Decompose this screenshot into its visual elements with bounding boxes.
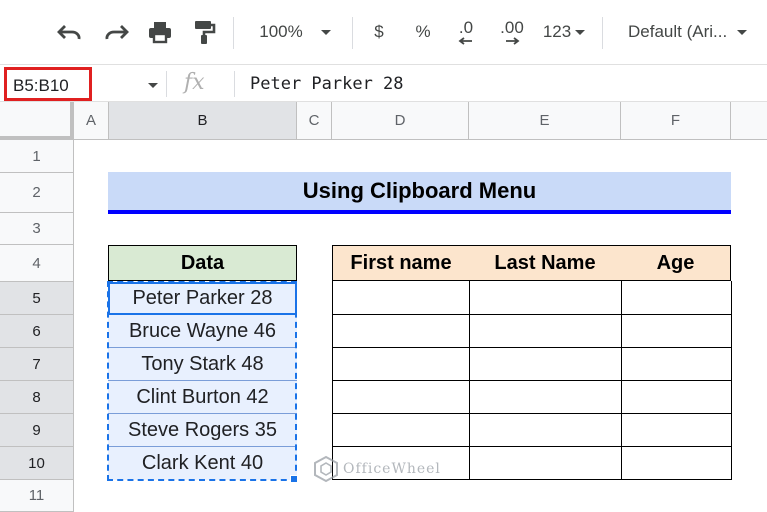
- decrease-decimal-button[interactable]: .0: [448, 14, 484, 50]
- row-header-4[interactable]: 4: [0, 245, 74, 282]
- table-cell[interactable]: [622, 281, 732, 315]
- watermark-text: OfficeWheel: [343, 461, 441, 477]
- column-header-f[interactable]: F: [621, 102, 731, 140]
- toolbar-separator: [233, 17, 234, 49]
- row-header-11[interactable]: 11: [0, 480, 74, 512]
- percent-icon: %: [415, 22, 431, 41]
- currency-icon: $: [374, 22, 384, 41]
- row-header-7[interactable]: 7: [0, 348, 74, 381]
- zoom-dropdown[interactable]: 100%: [246, 14, 344, 50]
- title-underline: [108, 210, 731, 214]
- currency-format-button[interactable]: $: [364, 14, 394, 50]
- increase-decimal-label: .00: [500, 18, 524, 37]
- table-cell[interactable]: [333, 348, 470, 381]
- redo-icon: [105, 25, 129, 40]
- toolbar: 100% $ % .0 .00 123 Default (Ari...: [0, 0, 767, 64]
- column-header-e[interactable]: E: [469, 102, 621, 140]
- data-header[interactable]: Data: [108, 245, 297, 281]
- table-cell[interactable]: [470, 315, 622, 348]
- toolbar-separator: [352, 17, 353, 49]
- table-cell[interactable]: [333, 315, 470, 348]
- table-cell[interactable]: [622, 447, 732, 480]
- officewheel-logo-icon: [314, 455, 338, 483]
- paint-format-button[interactable]: [186, 14, 222, 50]
- print-icon: [149, 22, 171, 44]
- chevron-down-icon: [575, 29, 586, 35]
- row-header-8[interactable]: 8: [0, 381, 74, 414]
- table-cell[interactable]: [622, 315, 732, 348]
- zoom-value: 100%: [259, 22, 303, 41]
- row-header-5[interactable]: 5: [0, 282, 74, 315]
- table-cell[interactable]: [470, 381, 622, 414]
- row-header-2[interactable]: 2: [0, 173, 74, 213]
- print-button[interactable]: [142, 14, 178, 50]
- number-format-dropdown[interactable]: 123: [536, 14, 592, 50]
- increase-decimal-button[interactable]: .00: [492, 14, 532, 50]
- row-header-9[interactable]: 9: [0, 414, 74, 447]
- table-cell[interactable]: [333, 414, 470, 447]
- percent-format-button[interactable]: %: [408, 14, 438, 50]
- chevron-down-icon: [320, 29, 331, 35]
- table-cell[interactable]: [470, 348, 622, 381]
- formula-input[interactable]: Peter Parker 28: [250, 74, 404, 94]
- row-header-3[interactable]: 3: [0, 213, 74, 245]
- arrow-left-icon: [458, 37, 472, 45]
- formula-separator: [234, 71, 235, 97]
- paint-format-icon: [195, 21, 216, 44]
- formula-bar: B5:B10 fx Peter Parker 28: [0, 64, 767, 102]
- data-cell-b8[interactable]: Clint Burton 42: [108, 381, 297, 414]
- font-family-dropdown[interactable]: Default (Ari...: [616, 14, 767, 50]
- table-header-last-name[interactable]: Last Name: [469, 245, 622, 281]
- column-header-b[interactable]: B: [109, 102, 297, 140]
- row-header-1[interactable]: 1: [0, 140, 74, 173]
- data-cell-b6[interactable]: Bruce Wayne 46: [108, 315, 297, 348]
- column-header-c[interactable]: C: [297, 102, 332, 140]
- table-header-age[interactable]: Age: [621, 245, 731, 281]
- column-header-d[interactable]: D: [332, 102, 469, 140]
- select-all-corner[interactable]: [0, 102, 74, 140]
- undo-button[interactable]: [52, 14, 88, 50]
- table-cell[interactable]: [470, 447, 622, 480]
- row-header-10[interactable]: 10: [0, 447, 74, 480]
- chevron-down-icon[interactable]: [148, 83, 158, 88]
- watermark: OfficeWheel: [313, 455, 441, 483]
- column-header-g[interactable]: [731, 102, 767, 140]
- fill-handle[interactable]: [290, 475, 298, 483]
- table-cell[interactable]: [622, 414, 732, 447]
- row-header-6[interactable]: 6: [0, 315, 74, 348]
- arrow-right-icon: [506, 37, 520, 45]
- table-cell[interactable]: [470, 281, 622, 315]
- data-cell-b10[interactable]: Clark Kent 40: [108, 447, 297, 480]
- column-header-a[interactable]: A: [74, 102, 109, 140]
- fx-icon: fx: [184, 70, 205, 95]
- table-cell[interactable]: [333, 381, 470, 414]
- undo-icon: [57, 25, 81, 40]
- table-header-first-name[interactable]: First name: [332, 245, 470, 281]
- data-cell-b9[interactable]: Steve Rogers 35: [108, 414, 297, 447]
- table-cell[interactable]: [470, 414, 622, 447]
- data-cell-b5[interactable]: Peter Parker 28: [108, 282, 297, 315]
- data-cell-b7[interactable]: Tony Stark 48: [108, 348, 297, 381]
- formula-separator: [166, 71, 167, 97]
- table-cell[interactable]: [622, 381, 732, 414]
- decrease-decimal-label: .0: [458, 18, 474, 37]
- output-table-body: [332, 281, 732, 480]
- toolbar-separator: [602, 17, 603, 49]
- chevron-down-icon: [737, 29, 748, 35]
- number-format-label: 123: [542, 22, 572, 41]
- redo-button[interactable]: [98, 14, 134, 50]
- font-family-label: Default (Ari...: [628, 22, 728, 41]
- sheet-title[interactable]: Using Clipboard Menu: [108, 172, 731, 210]
- table-cell[interactable]: [333, 281, 470, 315]
- table-cell[interactable]: [622, 348, 732, 381]
- name-box[interactable]: B5:B10: [4, 67, 92, 101]
